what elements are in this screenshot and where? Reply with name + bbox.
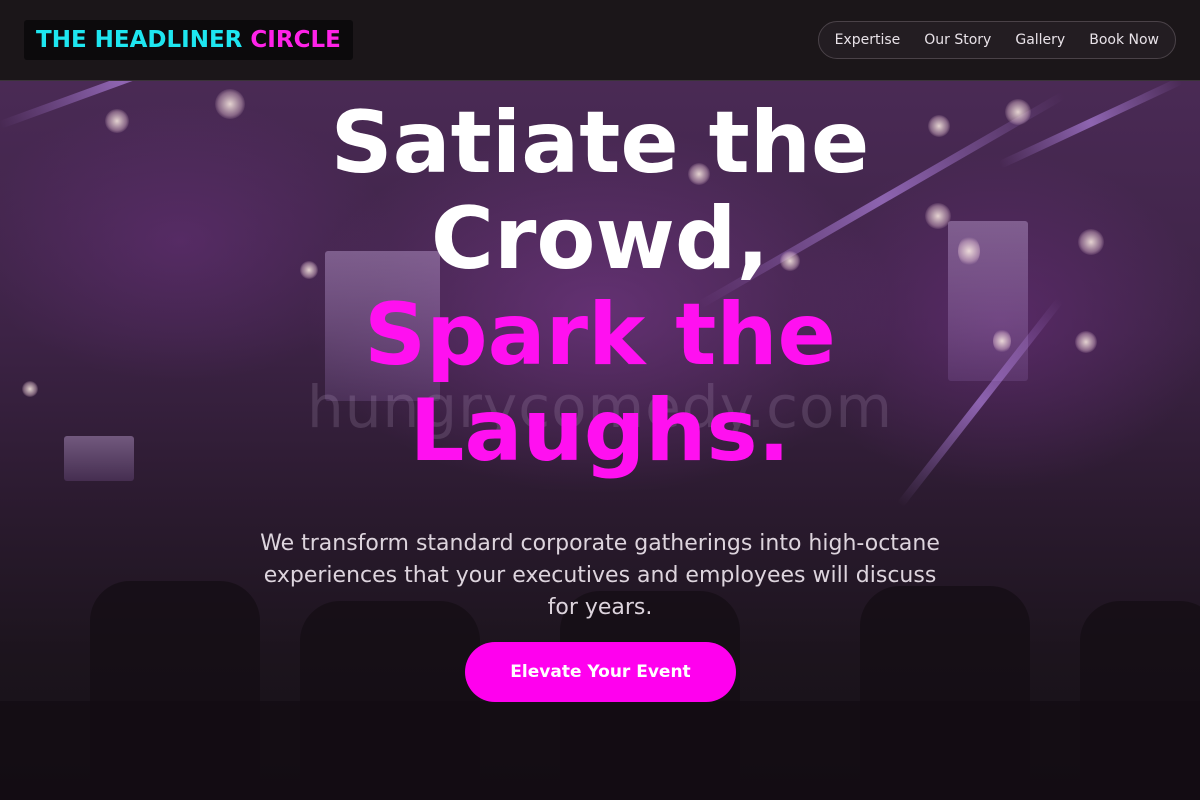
headline-line-2: Crowd, — [430, 189, 770, 289]
site-header: THE HEADLINER CIRCLE Expertise Our Story… — [0, 0, 1200, 81]
headline-line-1: Satiate the — [330, 93, 870, 193]
hero-section: hungrycomedy.com Satiate the Crowd, Spar… — [0, 81, 1200, 800]
headline-line-4: Laughs. — [409, 381, 791, 481]
hero-subtitle: We transform standard corporate gatherin… — [260, 531, 940, 620]
logo-text-accent: CIRCLE — [250, 27, 341, 53]
nav-our-story[interactable]: Our Story — [912, 32, 1003, 48]
logo-text-primary: THE HEADLINER — [36, 27, 243, 53]
page: THE HEADLINER CIRCLE Expertise Our Story… — [0, 0, 1200, 800]
site-logo[interactable]: THE HEADLINER CIRCLE — [24, 20, 353, 60]
headline-line-3: Spark the — [364, 285, 836, 385]
nav-expertise[interactable]: Expertise — [823, 32, 913, 48]
audience-floor — [0, 701, 1200, 800]
hero-headline: Satiate the Crowd, Spark the Laughs. — [0, 95, 1200, 479]
main-nav: Expertise Our Story Gallery Book Now — [817, 21, 1176, 59]
nav-book-now[interactable]: Book Now — [1077, 32, 1171, 48]
elevate-event-button[interactable]: Elevate Your Event — [465, 642, 736, 702]
nav-gallery[interactable]: Gallery — [1003, 32, 1077, 48]
